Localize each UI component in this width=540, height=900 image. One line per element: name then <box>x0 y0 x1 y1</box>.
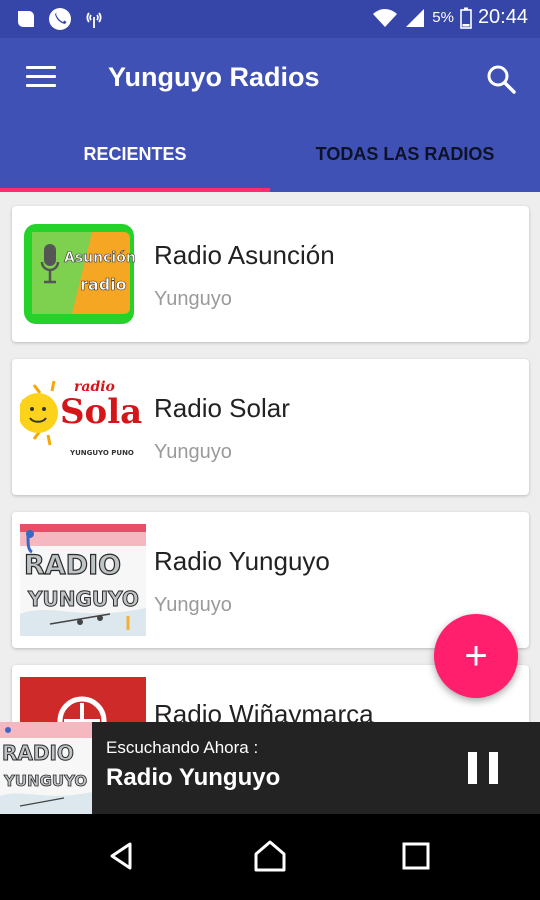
station-logo: Asunción radio <box>20 218 146 330</box>
app-bar: Yunguyo Radios <box>0 38 540 122</box>
phone-call-icon <box>48 7 72 31</box>
station-location: Yunguyo <box>154 594 232 616</box>
add-station-button[interactable]: + <box>434 614 518 698</box>
system-nav-bar <box>0 814 540 900</box>
station-location: Yunguyo <box>154 288 232 310</box>
broadcast-icon <box>82 7 106 31</box>
tab-todas-las-radios[interactable]: TODAS LAS RADIOS <box>270 122 540 192</box>
hamburger-icon[interactable] <box>26 66 56 90</box>
station-name: Radio Yunguyo <box>154 546 330 576</box>
back-triangle-icon[interactable] <box>102 836 142 876</box>
station-logo <box>20 677 146 722</box>
notification-app-icon <box>14 7 38 31</box>
logo-text: YUNGUYO PUNO <box>69 449 134 457</box>
tab-label: TODAS LAS RADIOS <box>315 143 495 164</box>
now-playing-bar[interactable]: RADIO YUNGUYO Escuchando Ahora : Radio Y… <box>0 722 540 814</box>
search-icon[interactable] <box>484 62 518 96</box>
station-location: Yunguyo <box>154 441 232 463</box>
plus-icon: + <box>464 633 488 678</box>
square-icon[interactable] <box>396 836 436 876</box>
battery-percent: 5% <box>432 9 454 26</box>
station-name: Radio Solar <box>154 393 290 423</box>
logo-text: YUNGUYO <box>3 772 87 790</box>
logo-text: Asunción <box>64 250 136 266</box>
station-logo: radio Sola YUNGUYO PUNO <box>20 371 146 483</box>
tab-label: RECIENTES <box>83 143 187 164</box>
station-card-solar[interactable]: radio Sola YUNGUYO PUNO Radio Solar Yung… <box>12 359 529 495</box>
battery-icon <box>460 7 472 29</box>
status-bar: 5% 20:44 <box>0 0 540 38</box>
logo-text: RADIO <box>2 741 74 765</box>
status-system: 5% 20:44 <box>372 6 528 29</box>
home-icon[interactable] <box>250 836 290 876</box>
tab-recientes[interactable]: RECIENTES <box>0 122 270 192</box>
now-playing-station: Radio Yunguyo <box>106 764 281 791</box>
logo-text: radio <box>80 275 127 294</box>
station-name: Radio Asunción <box>154 240 335 270</box>
signal-icon <box>406 8 425 27</box>
pause-icon[interactable] <box>468 752 498 784</box>
status-notifications <box>14 7 106 31</box>
now-playing-label: Escuchando Ahora : <box>106 738 259 757</box>
tab-bar: RECIENTES TODAS LAS RADIOS <box>0 122 540 192</box>
logo-text: Sola <box>60 392 142 432</box>
station-name: Radio Wiñaymarca <box>154 699 374 722</box>
station-logo: RADIO YUNGUYO <box>20 524 146 636</box>
clock: 20:44 <box>477 6 528 28</box>
now-playing-logo: RADIO YUNGUYO <box>0 722 92 814</box>
wifi-icon <box>373 8 398 27</box>
app-title: Yunguyo Radios <box>108 62 320 92</box>
logo-text: YUNGUYO <box>27 587 139 611</box>
logo-text: RADIO <box>24 550 121 581</box>
station-card-asuncion[interactable]: Asunción radio Radio Asunción Yunguyo <box>12 206 529 342</box>
